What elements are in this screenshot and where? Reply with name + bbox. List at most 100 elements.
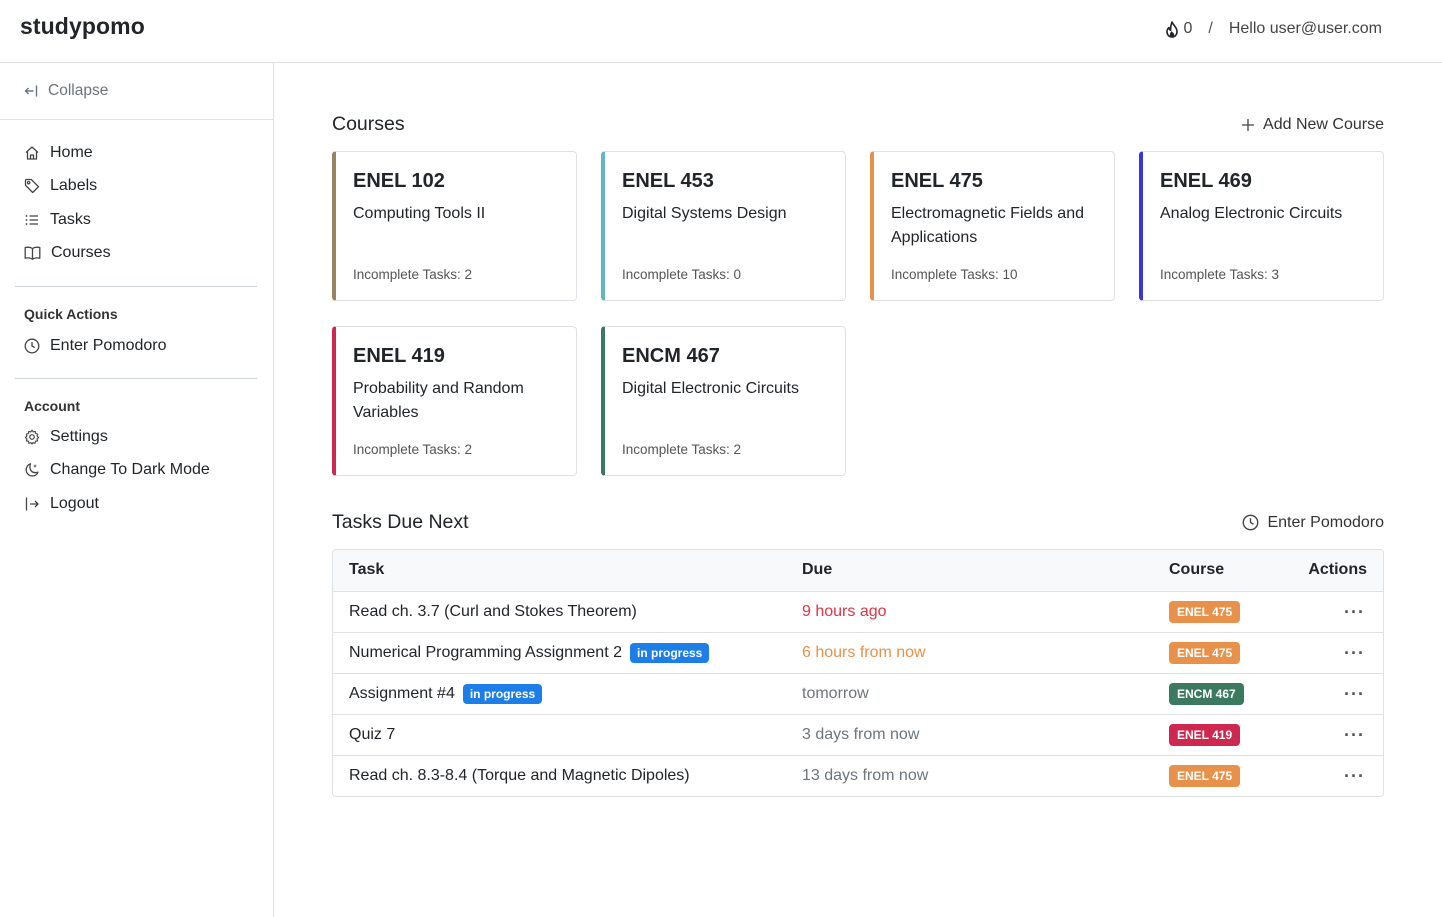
- course-code: ENCM 467: [622, 345, 720, 367]
- add-course-label: Add New Course: [1263, 115, 1384, 133]
- status-badge: in progress: [462, 684, 543, 704]
- course-task-count: Incomplete Tasks: 10: [891, 267, 1018, 282]
- course-name: Digital Electronic Circuits: [622, 380, 799, 397]
- home-icon: [25, 146, 39, 160]
- due-cell: 13 days from now: [802, 767, 929, 784]
- collapse-button[interactable]: Collapse: [24, 82, 108, 100]
- actions-cell: ···: [1344, 674, 1367, 714]
- column-header-task[interactable]: Task: [349, 550, 384, 590]
- table-row[interactable]: Quiz 7 3 days from now ENEL 419 ···: [333, 714, 1383, 755]
- quick-actions-list: Enter Pomodoro: [24, 329, 264, 363]
- plus-icon: [1242, 118, 1255, 131]
- sidebar-item-label: Labels: [50, 177, 98, 195]
- actions-cell: ···: [1344, 715, 1367, 755]
- course-badge[interactable]: ENEL 419: [1169, 724, 1241, 746]
- course-code: ENEL 475: [891, 170, 983, 192]
- account-heading: Account: [24, 398, 80, 414]
- logout-icon: [25, 497, 39, 511]
- more-actions-icon[interactable]: ···: [1344, 685, 1365, 703]
- table-header-row: Task Due Course Actions: [333, 550, 1383, 591]
- header-user-area: 0 / Hello user@user.com: [1165, 20, 1382, 38]
- brand-logo[interactable]: studypomo: [20, 13, 145, 40]
- course-card[interactable]: ENEL 453 Digital Systems Design Incomple…: [601, 151, 846, 301]
- enter-pomodoro-button[interactable]: Enter Pomodoro: [1242, 514, 1384, 532]
- course-card[interactable]: ENEL 475 Electromagnetic Fields and Appl…: [870, 151, 1115, 301]
- course-task-count: Incomplete Tasks: 2: [353, 442, 473, 457]
- table-row[interactable]: Read ch. 3.7 (Curl and Stokes Theorem) 9 …: [333, 591, 1383, 632]
- task-name[interactable]: Quiz 7: [349, 726, 395, 744]
- gear-icon: [24, 429, 40, 445]
- course-badge[interactable]: ENCM 467: [1169, 683, 1244, 705]
- course-badge[interactable]: ENEL 475: [1169, 601, 1241, 623]
- courses-title: Courses: [332, 113, 405, 135]
- task-name[interactable]: Assignment #4: [349, 685, 455, 703]
- task-cell: Numerical Programming Assignment 2 in pro…: [349, 633, 710, 673]
- due-cell: 6 hours from now: [802, 644, 926, 661]
- course-card[interactable]: ENEL 102 Computing Tools II Incomplete T…: [332, 151, 577, 301]
- course-code: ENEL 102: [353, 170, 445, 192]
- table-row[interactable]: Read ch. 8.3-8.4 (Torque and Magnetic Di…: [333, 755, 1383, 796]
- task-name[interactable]: Numerical Programming Assignment 2: [349, 644, 622, 662]
- course-task-count: Incomplete Tasks: 2: [353, 267, 473, 282]
- course-code: ENEL 453: [622, 170, 714, 192]
- more-actions-icon[interactable]: ···: [1344, 726, 1365, 744]
- sidebar-item-settings[interactable]: Settings: [24, 420, 264, 454]
- user-greeting[interactable]: Hello user@user.com: [1229, 20, 1382, 38]
- task-cell: Read ch. 8.3-8.4 (Torque and Magnetic Di…: [349, 756, 690, 796]
- course-cell: ENEL 419: [1169, 715, 1241, 755]
- more-actions-icon[interactable]: ···: [1344, 767, 1365, 785]
- course-name: Computing Tools II: [353, 205, 486, 222]
- tasks-title: Tasks Due Next: [332, 511, 469, 533]
- column-header-course[interactable]: Course: [1169, 550, 1224, 590]
- due-cell: 3 days from now: [802, 726, 920, 743]
- course-badge[interactable]: ENEL 475: [1169, 765, 1241, 787]
- course-code: ENEL 419: [353, 345, 445, 367]
- streak-indicator: 0: [1165, 20, 1192, 38]
- collapse-icon: [24, 85, 38, 97]
- sidebar: Collapse Home Labels Tasks Courses Quick…: [0, 63, 274, 917]
- actions-cell: ···: [1344, 592, 1367, 632]
- sidebar-item-label: Logout: [50, 494, 99, 512]
- sidebar-item-home[interactable]: Home: [24, 136, 264, 170]
- courses-header: Courses Add New Course: [332, 113, 1384, 136]
- course-task-count: Incomplete Tasks: 3: [1160, 267, 1280, 282]
- sidebar-item-courses[interactable]: Courses: [24, 237, 264, 271]
- task-name[interactable]: Read ch. 8.3-8.4 (Torque and Magnetic Di…: [349, 767, 690, 785]
- course-card[interactable]: ENCM 467 Digital Electronic Circuits Inc…: [601, 326, 846, 476]
- more-actions-icon[interactable]: ···: [1344, 603, 1365, 621]
- sidebar-item-labels[interactable]: Labels: [24, 170, 264, 204]
- course-card[interactable]: ENEL 419 Probability and Random Variable…: [332, 326, 577, 476]
- sidebar-item-dark-mode[interactable]: Change To Dark Mode: [24, 454, 264, 488]
- due-cell: 9 hours ago: [802, 603, 887, 620]
- more-actions-icon[interactable]: ···: [1344, 644, 1365, 662]
- book-icon: [24, 246, 41, 261]
- sidebar-item-logout[interactable]: Logout: [24, 487, 264, 521]
- column-header-due[interactable]: Due: [802, 550, 832, 590]
- actions-cell: ···: [1344, 756, 1367, 796]
- course-name: Analog Electronic Circuits: [1160, 205, 1343, 222]
- course-card[interactable]: ENEL 469 Analog Electronic Circuits Inco…: [1139, 151, 1384, 301]
- table-row[interactable]: Numerical Programming Assignment 2 in pro…: [333, 632, 1383, 673]
- course-task-count: Incomplete Tasks: 0: [622, 267, 742, 282]
- table-row[interactable]: Assignment #4 in progress tomorrow ENCM 467…: [333, 673, 1383, 714]
- sidebar-item-enter-pomodoro[interactable]: Enter Pomodoro: [24, 329, 264, 363]
- course-name: Digital Systems Design: [622, 205, 787, 222]
- course-badge[interactable]: ENEL 475: [1169, 642, 1241, 664]
- sidebar-divider: [15, 286, 257, 287]
- sidebar-nav: Home Labels Tasks Courses: [24, 136, 264, 270]
- sidebar-item-label: Change To Dark Mode: [50, 461, 210, 479]
- task-cell: Assignment #4 in progress: [349, 674, 543, 714]
- sidebar-item-label: Enter Pomodoro: [50, 336, 167, 354]
- course-task-count: Incomplete Tasks: 2: [622, 442, 742, 457]
- task-name[interactable]: Read ch. 3.7 (Curl and Stokes Theorem): [349, 603, 637, 621]
- sidebar-divider: [15, 378, 257, 379]
- course-cell: ENEL 475: [1169, 592, 1241, 632]
- clock-icon: [1243, 514, 1259, 531]
- add-course-button[interactable]: Add New Course: [1241, 116, 1384, 134]
- status-badge: in progress: [630, 643, 710, 663]
- flame-icon: [1166, 20, 1179, 38]
- sidebar-item-tasks[interactable]: Tasks: [24, 203, 264, 237]
- header-separator: /: [1208, 20, 1213, 37]
- collapse-label: Collapse: [48, 82, 109, 99]
- tasks-header: Tasks Due Next Enter Pomodoro: [332, 511, 1384, 534]
